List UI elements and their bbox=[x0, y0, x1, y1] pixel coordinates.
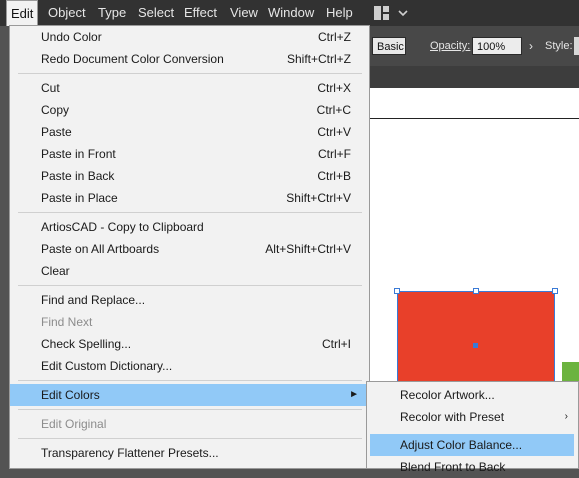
menu-item-redo[interactable]: Redo Document Color Conversion Shift+Ctrl… bbox=[10, 48, 369, 70]
menu-separator bbox=[18, 438, 362, 439]
menu-select[interactable]: Select bbox=[134, 0, 178, 26]
menu-type[interactable]: Type bbox=[94, 0, 130, 26]
menu-item-undo-color[interactable]: Undo Color Ctrl+Z bbox=[10, 26, 369, 48]
menu-item-artioscad-copy[interactable]: ArtiosCAD - Copy to Clipboard bbox=[10, 216, 369, 238]
menu-separator bbox=[18, 409, 362, 410]
opacity-label[interactable]: Opacity: bbox=[430, 40, 470, 52]
selection-center-point bbox=[473, 343, 478, 348]
style-swatch[interactable] bbox=[574, 37, 579, 55]
menu-item-find-replace[interactable]: Find and Replace... bbox=[10, 289, 369, 311]
menu-item-paste-in-back[interactable]: Paste in Back Ctrl+B bbox=[10, 165, 369, 187]
menu-item-copy[interactable]: Copy Ctrl+C bbox=[10, 99, 369, 121]
menu-item-transparency-flattener[interactable]: Transparency Flattener Presets... bbox=[10, 442, 369, 464]
menu-object[interactable]: Object bbox=[44, 0, 90, 26]
menu-item-adjust-color-balance[interactable]: Adjust Color Balance... bbox=[370, 434, 574, 456]
menu-item-edit-dictionary[interactable]: Edit Custom Dictionary... bbox=[10, 355, 369, 377]
menu-separator bbox=[18, 380, 362, 381]
chevron-right-icon: › bbox=[564, 411, 568, 422]
menu-edit[interactable]: Edit bbox=[6, 0, 39, 26]
menu-item-paste[interactable]: Paste Ctrl+V bbox=[10, 121, 369, 143]
menu-help[interactable]: Help bbox=[322, 0, 357, 26]
menu-item-recolor-with-preset[interactable]: Recolor with Preset › bbox=[367, 406, 578, 428]
menu-view[interactable]: View bbox=[226, 0, 262, 26]
menu-item-blend-front-to-back[interactable]: Blend Front to Back bbox=[367, 456, 578, 478]
opacity-field[interactable]: 100% bbox=[472, 37, 522, 55]
menu-window[interactable]: Window bbox=[264, 0, 318, 26]
document-tab-strip bbox=[370, 66, 579, 88]
menu-item-cut[interactable]: Cut Ctrl+X bbox=[10, 77, 369, 99]
menu-item-recolor-artwork[interactable]: Recolor Artwork... bbox=[367, 384, 578, 406]
workspace-grid-icon bbox=[374, 6, 408, 20]
workspace-switcher[interactable] bbox=[372, 5, 412, 21]
menu-item-edit-original: Edit Original bbox=[41, 417, 107, 431]
menu-effect[interactable]: Effect bbox=[180, 0, 221, 26]
menu-item-paste-in-front[interactable]: Paste in Front Ctrl+F bbox=[10, 143, 369, 165]
menu-item-paste-in-place[interactable]: Paste in Place Shift+Ctrl+V bbox=[10, 187, 369, 209]
menu-bar: Edit Object Type Select Effect View Wind… bbox=[0, 0, 579, 26]
opacity-arrow-icon[interactable]: › bbox=[524, 37, 538, 55]
artboard-edge bbox=[370, 118, 579, 119]
style-label: Style: bbox=[545, 40, 573, 52]
submenu-arrow-icon: ► bbox=[349, 389, 359, 400]
menu-item-edit-colors[interactable]: Edit Colors ► bbox=[10, 384, 369, 406]
selection-handle[interactable] bbox=[394, 288, 400, 294]
menu-item-check-spelling[interactable]: Check Spelling... Ctrl+I bbox=[10, 333, 369, 355]
edit-colors-submenu: Recolor Artwork... Recolor with Preset › … bbox=[366, 381, 579, 474]
menu-separator bbox=[18, 73, 362, 74]
edit-menu: Undo Color Ctrl+Z Redo Document Color Con… bbox=[9, 25, 370, 469]
menu-item-find-next: Find Next bbox=[41, 315, 93, 329]
style-preset-dropdown[interactable]: Basic bbox=[372, 37, 406, 55]
menu-separator bbox=[18, 285, 362, 286]
menu-item-paste-all-artboards[interactable]: Paste on All Artboards Alt+Shift+Ctrl+V bbox=[10, 238, 369, 260]
selection-handle[interactable] bbox=[473, 288, 479, 294]
menu-item-clear[interactable]: Clear bbox=[10, 260, 369, 282]
style-preset-value: Basic bbox=[377, 41, 404, 53]
menu-separator bbox=[18, 212, 362, 213]
selection-handle[interactable] bbox=[552, 288, 558, 294]
